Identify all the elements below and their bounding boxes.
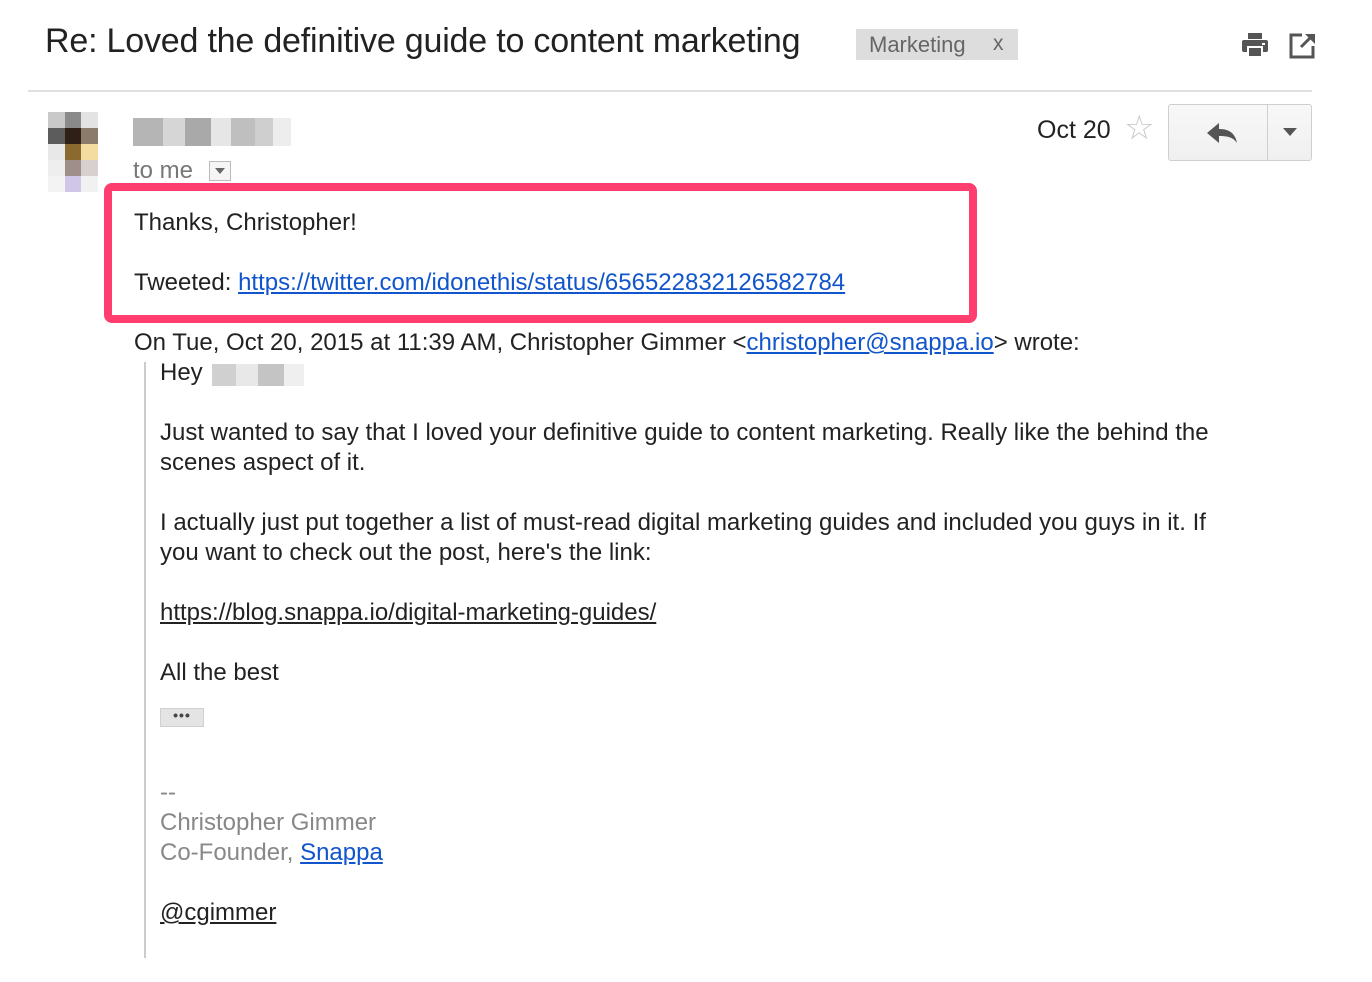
remove-label-button[interactable]: x	[993, 32, 1004, 56]
signature-separator: --	[160, 779, 176, 806]
subject-bar: Re: Loved the definitive guide to conten…	[0, 0, 1372, 92]
print-icon[interactable]	[1240, 30, 1270, 60]
new-window-icon[interactable]	[1288, 30, 1318, 60]
closing-line: All the best	[160, 659, 279, 686]
twitter-handle-link[interactable]: @cgimmer	[160, 898, 276, 928]
avatar	[48, 112, 98, 192]
greeting-name-redacted	[212, 364, 304, 386]
reply-line: Thanks, Christopher!	[134, 209, 357, 236]
company-link[interactable]: Snappa	[300, 839, 383, 866]
signature-name: Christopher Gimmer	[160, 809, 377, 836]
quoted-paragraph-1-line-2: scenes aspect of it.	[160, 449, 366, 476]
header-divider	[28, 90, 1312, 92]
attribution-suffix: > wrote:	[993, 329, 1080, 356]
label-chip-marketing[interactable]: Marketing x	[856, 29, 1018, 60]
snappa-guide-link[interactable]: https://blog.snappa.io/digital-marketing…	[160, 598, 656, 628]
show-trimmed-content-button[interactable]: •••	[160, 708, 204, 727]
quoted-paragraph-2-line-2: you want to check out the post, here's t…	[160, 539, 652, 566]
tweet-link[interactable]: https://twitter.com/idonethis/status/656…	[238, 269, 845, 296]
reply-icon	[1207, 123, 1237, 143]
quote-attribution: On Tue, Oct 20, 2015 at 11:39 AM, Christ…	[134, 328, 1080, 358]
sender-name-redacted	[133, 118, 291, 146]
label-name: Marketing	[869, 32, 966, 57]
quote-bar	[144, 362, 146, 958]
quoted-paragraph-2-line-1: I actually just put together a list of m…	[160, 509, 1206, 536]
signature-title: Co-Founder, Snappa	[160, 838, 383, 868]
show-details-button[interactable]	[209, 161, 231, 181]
quoted-paragraph-1-line-1: Just wanted to say that I loved your def…	[160, 419, 1209, 446]
recipient-summary: to me	[133, 157, 194, 184]
star-outline-icon[interactable]: ☆	[1124, 111, 1154, 145]
reply-button[interactable]	[1168, 104, 1268, 161]
more-actions-button[interactable]	[1267, 104, 1312, 161]
message-date: Oct 20	[1037, 116, 1111, 144]
attribution-prefix: On Tue, Oct 20, 2015 at 11:39 AM, Christ…	[134, 329, 747, 356]
attribution-email-link[interactable]: christopher@snappa.io	[747, 329, 994, 356]
tweeted-line: Tweeted: https://twitter.com/idonethis/s…	[134, 268, 845, 298]
signature-title-prefix: Co-Founder,	[160, 839, 301, 866]
highlight-box	[104, 183, 977, 323]
tweeted-prefix: Tweeted:	[134, 269, 239, 296]
greeting: Hey	[160, 359, 203, 386]
email-subject: Re: Loved the definitive guide to conten…	[45, 22, 801, 60]
